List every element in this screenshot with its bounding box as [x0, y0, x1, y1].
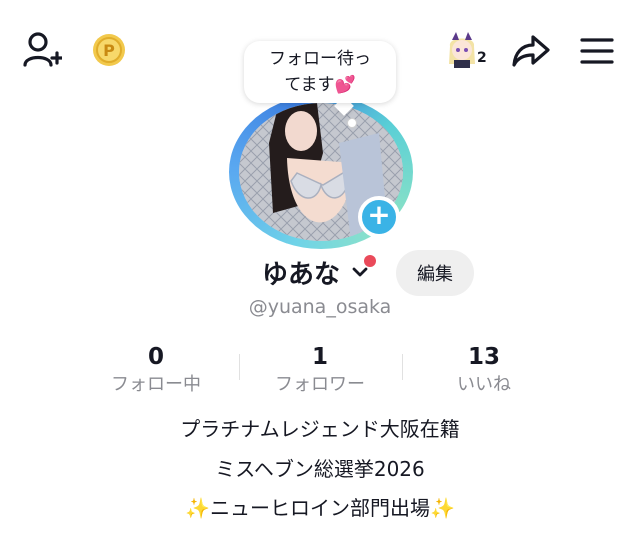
- notification-dot: [364, 255, 376, 267]
- followers-count: 1: [311, 344, 328, 370]
- bio-line: プラチナムレジェンド大阪在籍: [180, 417, 460, 441]
- status-bubble[interactable]: フォロー待っ てます💕: [244, 41, 396, 103]
- following-count: 0: [147, 344, 164, 370]
- likes-label: いいね: [457, 374, 511, 395]
- followers-label: フォロワー: [275, 374, 365, 395]
- share-icon[interactable]: [508, 30, 554, 72]
- coin-icon[interactable]: P: [92, 33, 126, 67]
- add-friend-icon[interactable]: [20, 30, 64, 70]
- bubble-dot: [347, 118, 357, 128]
- creator-avatar-icon[interactable]: 2: [446, 30, 498, 74]
- add-story-button[interactable]: +: [358, 196, 400, 238]
- following-label: フォロー中: [111, 374, 201, 395]
- bio-line: ミスヘブン総選挙2026: [215, 457, 425, 481]
- stat-divider: [402, 354, 403, 380]
- bubble-line-1: フォロー待っ: [269, 49, 371, 69]
- bio-line: ✨ニューヒロイン部門出場✨: [185, 496, 455, 520]
- stat-likes[interactable]: 13 いいね: [404, 342, 564, 398]
- svg-text:P: P: [103, 41, 115, 60]
- stat-following[interactable]: 0 フォロー中: [76, 342, 236, 398]
- edit-profile-button[interactable]: 編集: [396, 250, 474, 296]
- avatar-badge-count: 2: [477, 50, 487, 66]
- stat-followers[interactable]: 1 フォロワー: [240, 342, 400, 398]
- display-name[interactable]: ゆあな: [262, 254, 340, 291]
- username-handle: @yuana_osaka: [248, 296, 392, 318]
- menu-icon[interactable]: [576, 32, 618, 70]
- likes-count: 13: [467, 344, 500, 370]
- bubble-line-2: てます💕: [284, 75, 356, 95]
